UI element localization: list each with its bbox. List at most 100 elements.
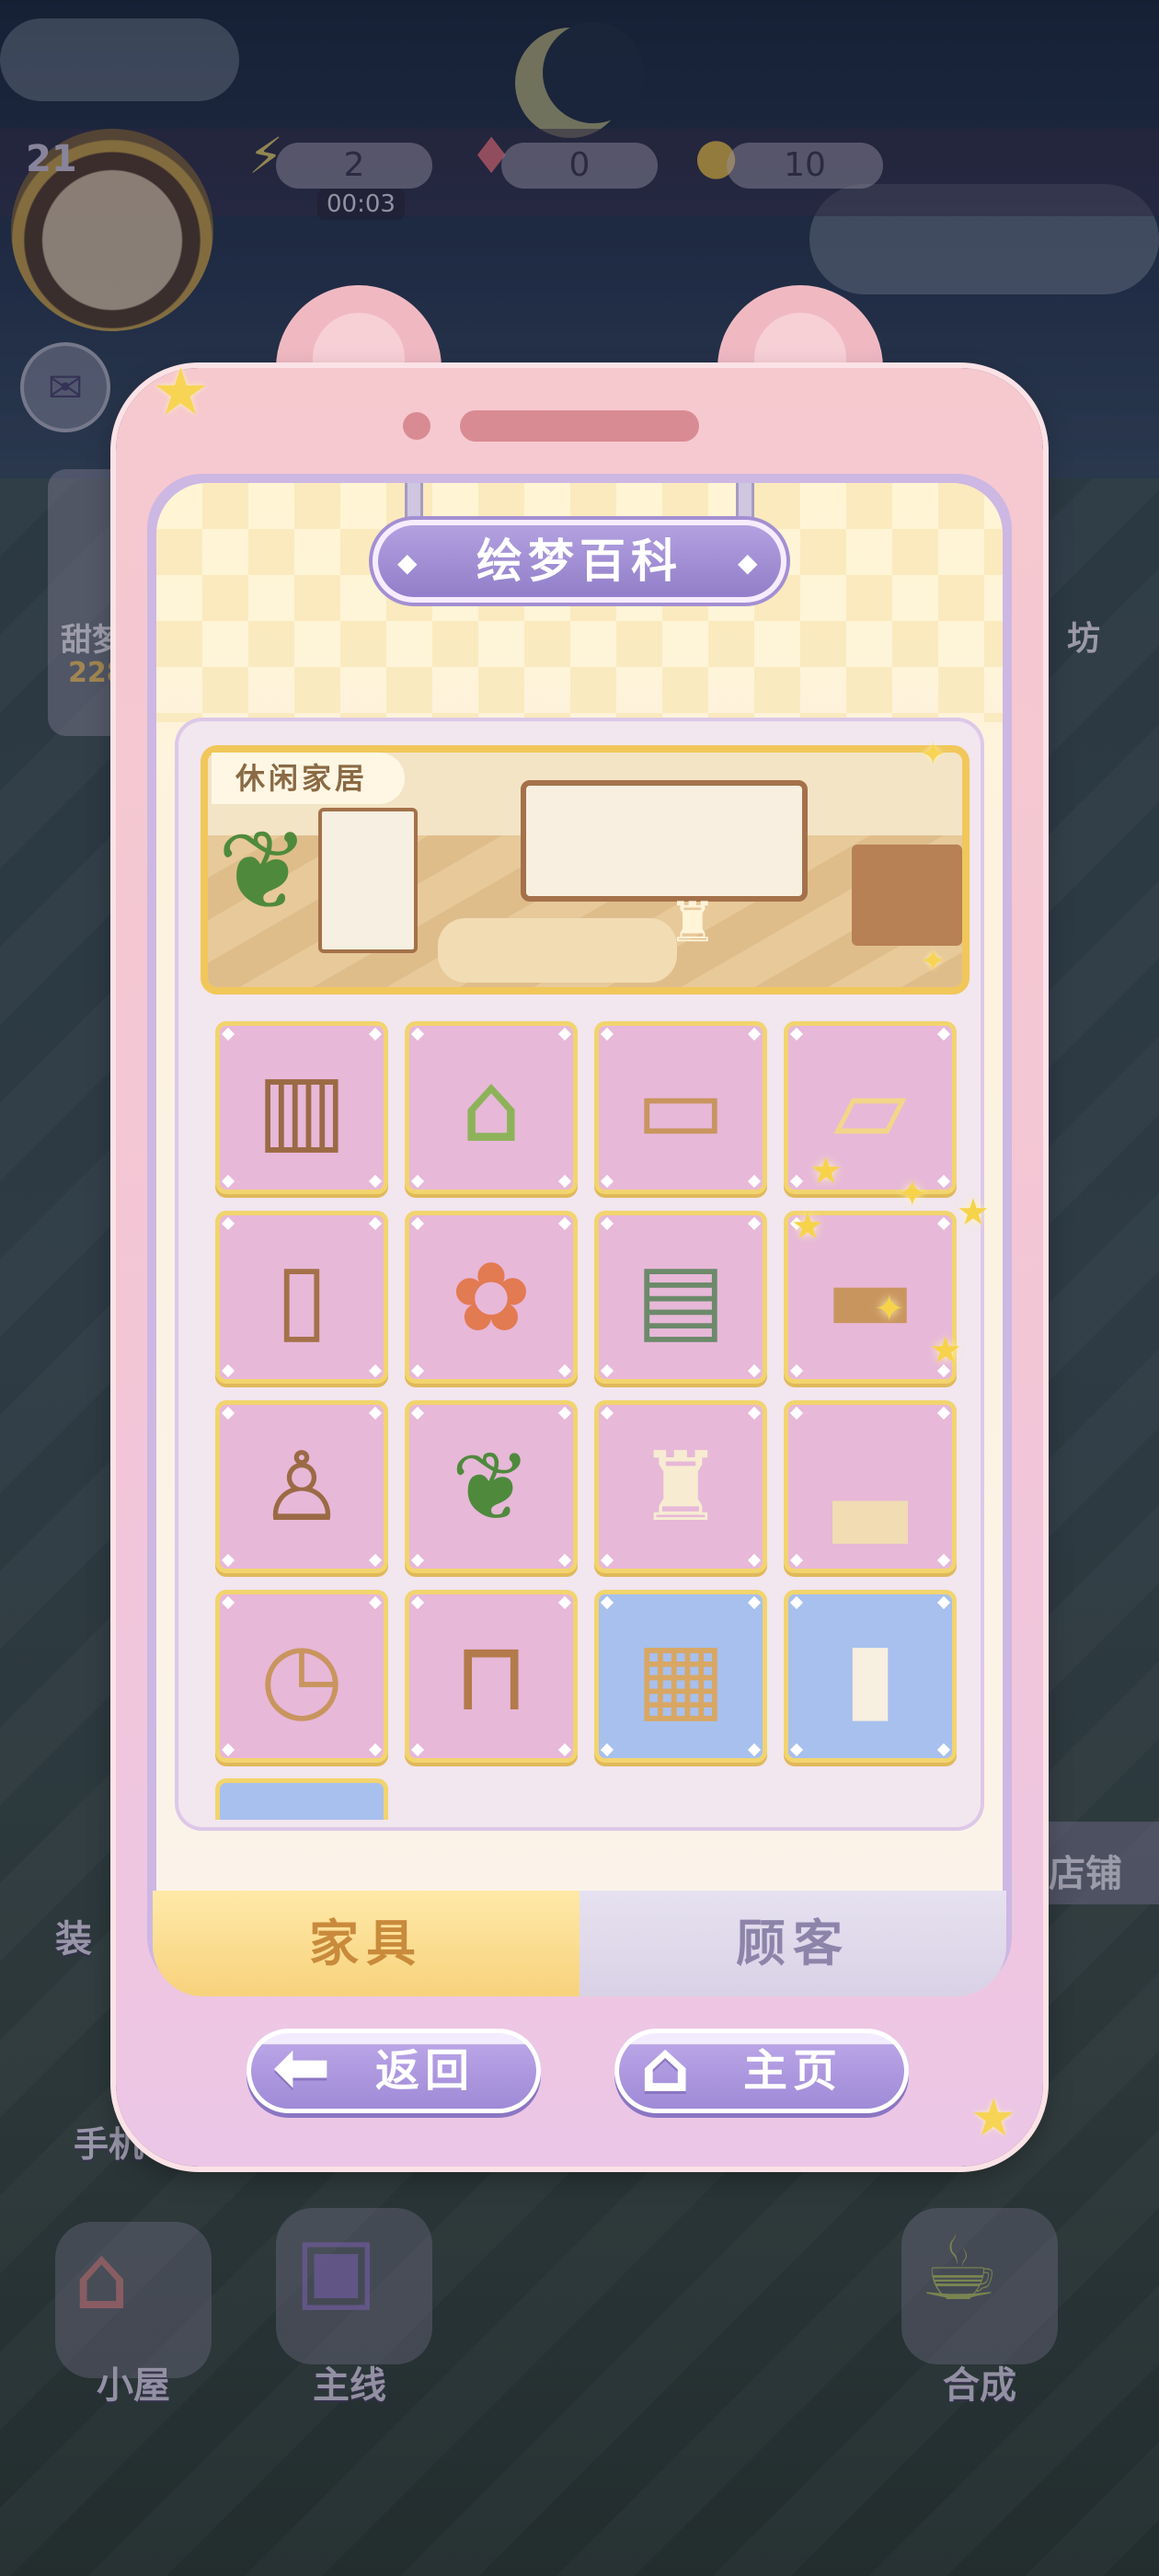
tile-corner — [789, 1595, 804, 1610]
tile-corner — [410, 1406, 425, 1420]
tile-corner — [368, 1363, 383, 1378]
tile-corner — [747, 1216, 762, 1231]
tile-corner — [557, 1742, 572, 1757]
bed-icon — [521, 780, 808, 902]
tile-corner — [221, 1174, 235, 1189]
checker-pattern — [156, 483, 1003, 722]
books-icon: ▤ — [635, 1241, 727, 1353]
wallpaper-icon: ▮ — [843, 1620, 897, 1732]
tile-corner — [221, 1553, 235, 1568]
tile-corner — [789, 1363, 804, 1378]
item-tile-wood-floor[interactable]: ▦ — [594, 1590, 767, 1763]
tile-corner — [936, 1553, 951, 1568]
tile-corner — [600, 1742, 614, 1757]
tile-corner — [410, 1553, 425, 1568]
item-tile-bed[interactable]: ▭ — [594, 1021, 767, 1194]
tile-corner — [936, 1174, 951, 1189]
tile-corner — [600, 1027, 614, 1041]
item-tile-partial[interactable] — [215, 1778, 388, 1820]
sparkle-icon: ✦ — [874, 1288, 905, 1330]
sofa-icon — [438, 918, 677, 983]
sparkle-icon: ★ — [929, 1329, 962, 1372]
tile-corner — [557, 1406, 572, 1420]
phone-camera — [403, 412, 430, 440]
tile-corner — [368, 1595, 383, 1610]
item-tile-picture-frame[interactable]: ▯ — [215, 1211, 388, 1384]
tile-corner — [557, 1174, 572, 1189]
item-tile-table[interactable]: ⊓ — [405, 1590, 578, 1763]
tile-corner — [410, 1742, 425, 1757]
star-icon: ★ — [152, 354, 210, 430]
tile-corner — [936, 1216, 951, 1231]
back-button[interactable]: ⬅ 返回 — [247, 2026, 541, 2113]
item-tile-floor-lamp[interactable]: ♜ — [594, 1400, 767, 1573]
tile-corner — [368, 1406, 383, 1420]
tile-corner — [747, 1174, 762, 1189]
tile-corner — [221, 1742, 235, 1757]
sparkle-icon: ★ — [791, 1205, 824, 1248]
item-tile-wallpaper[interactable]: ▮ — [784, 1590, 957, 1763]
phone-speaker — [460, 410, 699, 442]
tile-corner — [747, 1406, 762, 1420]
tile-corner — [936, 1742, 951, 1757]
tile-corner — [600, 1553, 614, 1568]
sofa-icon: ▃ — [833, 1431, 907, 1543]
tile-corner — [557, 1553, 572, 1568]
tile-corner — [410, 1216, 425, 1231]
chair-icon: ♙ — [258, 1431, 345, 1543]
tile-corner — [368, 1027, 383, 1041]
lamp-icon: ♜ — [668, 891, 717, 955]
tile-corner — [936, 1595, 951, 1610]
item-tile-wardrobe[interactable]: ▥ — [215, 1021, 388, 1194]
tile-corner — [557, 1595, 572, 1610]
tile-corner — [221, 1027, 235, 1041]
corner-star-icon: ✦ — [920, 943, 947, 980]
window-icon: ⌂ — [460, 1052, 522, 1164]
tab-furniture[interactable]: 家具 — [153, 1891, 580, 1996]
tile-corner — [410, 1027, 425, 1041]
item-tile-sofa[interactable]: ▃ — [784, 1400, 957, 1573]
tile-corner — [410, 1595, 425, 1610]
tile-corner — [600, 1595, 614, 1610]
tile-corner — [747, 1363, 762, 1378]
frame-icon: ▯ — [275, 1241, 328, 1353]
desk-icon — [852, 845, 962, 946]
tile-corner — [368, 1174, 383, 1189]
item-tile-chair[interactable]: ♙ — [215, 1400, 388, 1573]
item-tile-books[interactable]: ▤ — [594, 1211, 767, 1384]
tile-corner — [936, 1027, 951, 1041]
tile-corner — [747, 1742, 762, 1757]
tile-corner — [789, 1174, 804, 1189]
tile-corner — [936, 1406, 951, 1420]
item-tile-wall-clock[interactable]: ◷ — [215, 1590, 388, 1763]
tile-corner — [789, 1742, 804, 1757]
back-button-label: 返回 — [375, 2045, 476, 2097]
tile-corner — [557, 1363, 572, 1378]
item-tile-potted-flower[interactable]: ✿ — [405, 1211, 578, 1384]
sparkle-icon: ★ — [957, 1191, 990, 1234]
home-button-label: 主页 — [743, 2045, 843, 2097]
rug-icon: ▱ — [833, 1052, 907, 1164]
tile-corner — [600, 1363, 614, 1378]
tab-customers[interactable]: 顾客 — [580, 1891, 1006, 1996]
tile-corner — [410, 1174, 425, 1189]
floor-icon: ▦ — [635, 1620, 727, 1732]
home-button[interactable]: ⌂ 主页 — [614, 2026, 909, 2113]
tile-corner — [221, 1595, 235, 1610]
tile-corner — [747, 1595, 762, 1610]
item-tile-arched-window[interactable]: ⌂ — [405, 1021, 578, 1194]
item-tile-potted-plant[interactable]: ❦ — [405, 1400, 578, 1573]
tile-corner — [600, 1406, 614, 1420]
tile-corner — [221, 1363, 235, 1378]
home-icon: ⌂ — [640, 2026, 691, 2108]
tile-corner — [221, 1406, 235, 1420]
arrow-left-icon: ⬅ — [272, 2026, 331, 2108]
tile-corner — [410, 1363, 425, 1378]
corner-star-icon: ✦ — [920, 736, 947, 773]
tile-corner — [557, 1027, 572, 1041]
category-label: 休闲家居 — [212, 753, 406, 804]
tile-corner — [747, 1027, 762, 1041]
table-icon: ⊓ — [453, 1620, 529, 1732]
category-tabs: 家具 顾客 — [153, 1891, 1006, 1996]
tile-corner — [789, 1027, 804, 1041]
